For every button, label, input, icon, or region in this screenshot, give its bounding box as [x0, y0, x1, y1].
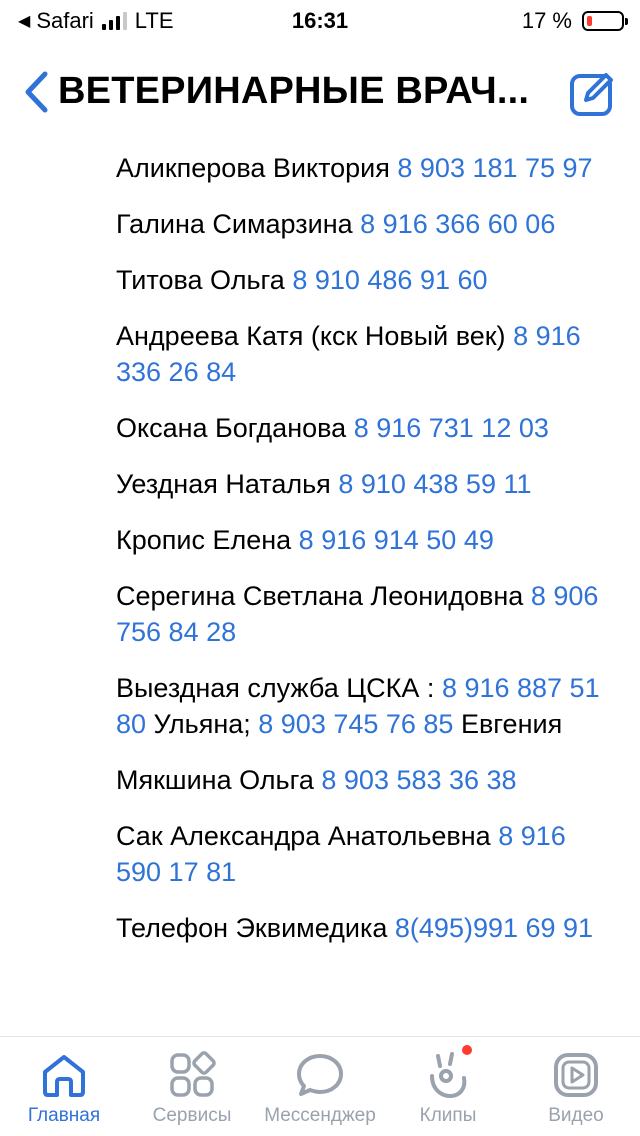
contact-name: Серегина Светлана Леонидовна — [116, 581, 531, 611]
contact-entry: Кропис Елена 8 916 914 50 49 — [116, 522, 616, 558]
contact-note: Ульяна; — [146, 709, 259, 739]
contact-name: Аликперова Виктория — [116, 153, 398, 183]
contact-entry: Уездная Наталья 8 910 438 59 11 — [116, 466, 616, 502]
video-icon — [550, 1049, 602, 1101]
contact-name: Уездная Наталья — [116, 469, 339, 499]
edit-button[interactable] — [566, 68, 618, 120]
contact-note: Евгения — [453, 709, 563, 739]
notification-badge — [462, 1045, 472, 1055]
contact-entry: Мякшина Ольга 8 903 583 36 38 — [116, 762, 616, 798]
tab-label: Главная — [27, 1105, 101, 1126]
contact-name: Кропис Елена — [116, 525, 299, 555]
battery-percent: 17 % — [521, 8, 572, 33]
phone-link[interactable]: 8 916 914 50 49 — [299, 525, 494, 555]
home-icon — [38, 1049, 90, 1101]
contact-entry: Сак Александра Анатольевна 8 916 590 17 … — [116, 818, 616, 890]
bottom-tab-bar: Главная Сервисы Мессенджер Клипы Видео — [0, 1036, 640, 1136]
edit-icon — [570, 73, 613, 116]
tab-messenger[interactable]: Мессенджер — [256, 1037, 384, 1136]
tab-label: Видео — [548, 1105, 604, 1126]
clips-icon — [422, 1049, 474, 1101]
contact-name: Телефон Эквимедика — [116, 913, 395, 943]
contact-name: Выездная служба ЦСКА : — [116, 673, 442, 703]
phone-link[interactable]: 8 903 583 36 38 — [321, 765, 516, 795]
tab-label: Сервисы — [152, 1105, 232, 1126]
phone-link[interactable]: 8 910 486 91 60 — [292, 265, 487, 295]
contact-name: Мякшина Ольга — [116, 765, 322, 795]
contact-entry: Серегина Светлана Леонидовна 8 906 756 8… — [116, 578, 616, 650]
contact-entry: Аликперова Виктория 8 903 181 75 97 — [116, 150, 616, 186]
status-bar-right: 17 % — [521, 8, 628, 34]
navigation-header: ВЕТЕРИНАРНЫЕ ВРАЧ... — [0, 56, 640, 132]
chevron-left-icon — [25, 71, 48, 113]
battery-level-fill — [587, 16, 592, 26]
page-title: ВЕТЕРИНАРНЫЕ ВРАЧ... — [58, 70, 530, 112]
contact-name: Титова Ольга — [116, 265, 293, 295]
phone-link[interactable]: 8 910 438 59 11 — [338, 469, 531, 499]
tab-services[interactable]: Сервисы — [128, 1037, 256, 1136]
tab-clips[interactable]: Клипы — [384, 1037, 512, 1136]
contact-entry: Титова Ольга 8 910 486 91 60 — [116, 262, 616, 298]
services-icon — [166, 1049, 218, 1101]
phone-link[interactable]: 8 916 731 12 03 — [354, 413, 549, 443]
contact-entry: Андреева Катя (кск Новый век) 8 916 336 … — [116, 318, 616, 390]
tab-label: Мессенджер — [264, 1105, 376, 1126]
tab-label: Клипы — [419, 1105, 477, 1126]
contact-name: Галина Симарзина — [116, 209, 361, 239]
contact-entry: Выездная служба ЦСКА : 8 916 887 51 80 У… — [116, 670, 616, 742]
tab-home[interactable]: Главная — [0, 1037, 128, 1136]
contact-name: Андреева Катя (кск Новый век) — [116, 321, 514, 351]
tab-video[interactable]: Видео — [512, 1037, 640, 1136]
contact-entry: Оксана Богданова 8 916 731 12 03 — [116, 410, 616, 446]
status-bar: ◀ Safari LTE 16:31 17 % — [0, 0, 640, 40]
messenger-icon — [294, 1049, 346, 1101]
phone-link[interactable]: 8 903 181 75 97 — [397, 153, 592, 183]
contacts-list[interactable]: Аликперова Виктория 8 903 181 75 97 Гали… — [116, 150, 616, 1036]
back-button[interactable] — [16, 68, 56, 116]
contact-entry: Галина Симарзина 8 916 366 60 06 — [116, 206, 616, 242]
contact-name: Оксана Богданова — [116, 413, 354, 443]
phone-link[interactable]: 8(495)991 69 91 — [395, 913, 593, 943]
contact-name: Сак Александра Анатольевна — [116, 821, 499, 851]
contact-entry: Телефон Эквимедика 8(495)991 69 91 — [116, 910, 616, 946]
phone-link[interactable]: 8 916 366 60 06 — [360, 209, 555, 239]
phone-link[interactable]: 8 903 745 76 85 — [258, 709, 453, 739]
battery-icon — [582, 11, 628, 31]
